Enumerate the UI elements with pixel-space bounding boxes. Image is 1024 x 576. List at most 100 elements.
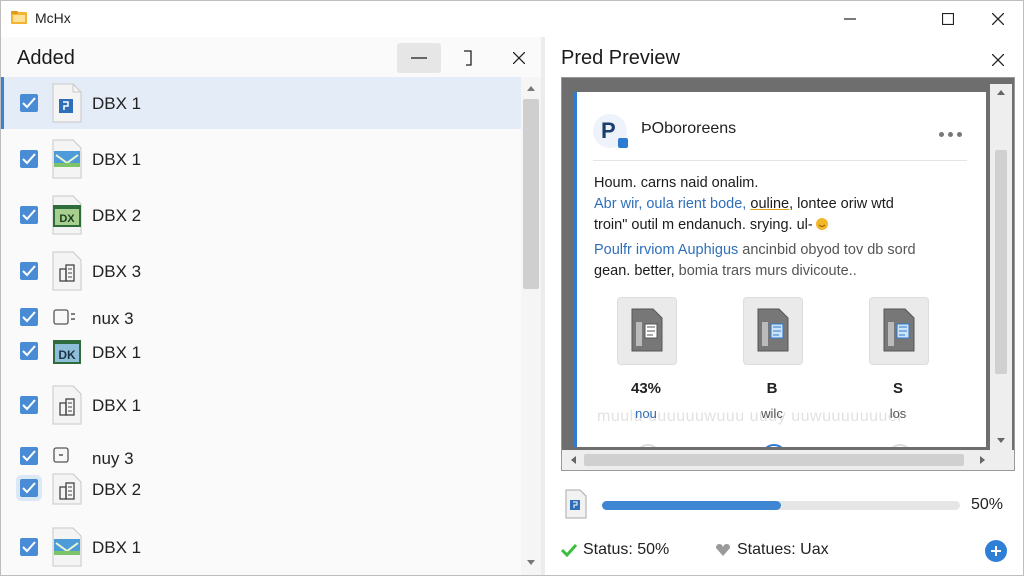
minimize-button[interactable] xyxy=(823,1,877,37)
icon-text: DX xyxy=(59,213,75,225)
item-label: DBX 2 xyxy=(92,206,142,225)
checkbox[interactable] xyxy=(20,447,38,465)
status-left: Status: 50% xyxy=(561,541,669,559)
dk-image-icon: DK xyxy=(53,340,81,364)
scrollbar-thumb[interactable] xyxy=(523,99,539,289)
preview-panel: Pred Preview P ÞObororeens Houm. carns n… xyxy=(545,37,1023,575)
panel-dock-button[interactable] xyxy=(447,43,491,73)
list-item[interactable]: nuy 3 xyxy=(1,439,521,473)
file-icon xyxy=(565,489,587,519)
progress-percent: 50% xyxy=(971,496,1004,513)
archive-icon xyxy=(883,308,915,352)
dock-icon xyxy=(464,50,472,66)
reaction-button[interactable] xyxy=(635,444,661,447)
scrollbar-thumb[interactable] xyxy=(584,454,964,466)
item-label: DBX 1 xyxy=(92,396,142,415)
reaction-button[interactable] xyxy=(761,444,787,447)
reaction-button[interactable] xyxy=(887,444,913,447)
checkbox[interactable] xyxy=(20,150,38,168)
post-line: Abr wir, oula rient bode, ouline, lontee… xyxy=(594,196,894,212)
attachment-tile[interactable] xyxy=(743,297,803,365)
scrollbar-thumb[interactable] xyxy=(995,150,1007,374)
list-item[interactable]: DBX 1 xyxy=(1,133,521,185)
panel-title: Pred Preview xyxy=(561,47,680,69)
list-item[interactable]: DBX 2 xyxy=(1,473,521,507)
scroll-up-icon xyxy=(527,86,535,91)
archive-icon xyxy=(757,308,789,352)
more-options-icon[interactable] xyxy=(939,132,962,137)
check-tag-icon xyxy=(561,543,577,557)
checkbox[interactable] xyxy=(20,396,38,414)
close-icon xyxy=(992,13,1004,25)
check-icon xyxy=(22,345,36,357)
list-scrollbar[interactable] xyxy=(521,77,541,575)
item-label: DBX 1 xyxy=(92,538,142,557)
envelope-image-icon xyxy=(52,527,82,567)
list-item[interactable]: DBX 1 xyxy=(1,521,521,573)
close-icon xyxy=(513,52,525,64)
envelope-image-icon xyxy=(52,139,82,179)
item-label: nuy 3 xyxy=(92,449,134,468)
list-item[interactable]: DBX 3 xyxy=(1,245,521,297)
close-button[interactable] xyxy=(971,1,1023,37)
check-icon xyxy=(22,97,36,109)
attachment-tile[interactable] xyxy=(869,297,929,365)
scroll-down-icon xyxy=(527,560,535,565)
scroll-left-icon xyxy=(571,456,576,464)
panel-title: Added xyxy=(17,47,75,69)
post-line: troin" outil m endanuch. srying. ul- xyxy=(594,217,829,233)
file-list: DBX 1 DBX 1 DX DBX 2 DBX 3 nux 3 DK DBX … xyxy=(1,77,521,575)
tile-caption: S xyxy=(892,380,903,397)
list-item[interactable]: nux 3 xyxy=(1,301,521,335)
maximize-button[interactable] xyxy=(921,1,975,37)
icon-text: DK xyxy=(58,348,76,362)
panel-close-button[interactable] xyxy=(497,43,541,73)
checkbox[interactable] xyxy=(20,342,38,360)
add-button[interactable] xyxy=(985,540,1007,562)
dx-image-icon: DX xyxy=(52,195,82,235)
checkbox[interactable] xyxy=(20,262,38,280)
checkbox[interactable] xyxy=(20,206,38,224)
list-item[interactable]: DBX 1 xyxy=(1,77,521,129)
status-text: Status: 50% xyxy=(583,541,670,558)
small-box-icon xyxy=(53,447,69,463)
badge-icon xyxy=(618,138,628,148)
tile-subtitle: nou xyxy=(635,406,657,421)
item-label: DBX 3 xyxy=(92,262,142,281)
preview-frame: P ÞObororeens Houm. carns naid onalim. A… xyxy=(561,77,1015,471)
emoji-icon xyxy=(815,218,828,230)
progress-bar xyxy=(602,501,960,510)
title-bar: McHx xyxy=(1,1,1023,37)
list-item[interactable]: DBX 1 xyxy=(1,377,521,429)
item-label: nux 3 xyxy=(92,309,134,328)
preview-close-button[interactable] xyxy=(983,45,1013,75)
item-label: DBX 1 xyxy=(92,343,142,362)
progress-fill xyxy=(602,501,781,510)
list-item[interactable]: DX DBX 2 xyxy=(1,189,521,241)
preview-horizontal-scrollbar[interactable] xyxy=(562,450,1014,470)
check-icon xyxy=(22,209,36,221)
check-icon xyxy=(22,311,36,323)
scroll-up-icon xyxy=(997,90,1005,95)
minimize-icon xyxy=(844,18,856,20)
panel-minimize-button[interactable] xyxy=(397,43,441,73)
preview-vertical-scrollbar[interactable] xyxy=(990,84,1012,450)
minus-icon xyxy=(411,57,427,59)
tile-caption: B xyxy=(766,380,778,397)
check-icon xyxy=(22,265,36,277)
tile-subtitle: wilc xyxy=(761,406,783,421)
app-window: McHx Added DBX 1 DBX 1 DX DBX 2 DBX 3 nu… xyxy=(0,0,1024,576)
checkbox[interactable] xyxy=(20,538,38,556)
attachment-tile[interactable] xyxy=(617,297,677,365)
item-label: DBX 1 xyxy=(92,150,142,169)
plus-icon xyxy=(991,546,1001,556)
checkbox[interactable] xyxy=(20,479,38,497)
post-author: ÞObororeens xyxy=(641,120,737,137)
check-icon xyxy=(22,450,36,462)
checkbox[interactable] xyxy=(20,94,38,112)
check-icon xyxy=(22,153,36,165)
post-line: Poulfr irviom Auphigus ancinbid obyod to… xyxy=(594,242,916,258)
heart-icon xyxy=(716,544,730,556)
list-item[interactable]: DK DBX 1 xyxy=(1,335,521,369)
checkbox[interactable] xyxy=(20,308,38,326)
